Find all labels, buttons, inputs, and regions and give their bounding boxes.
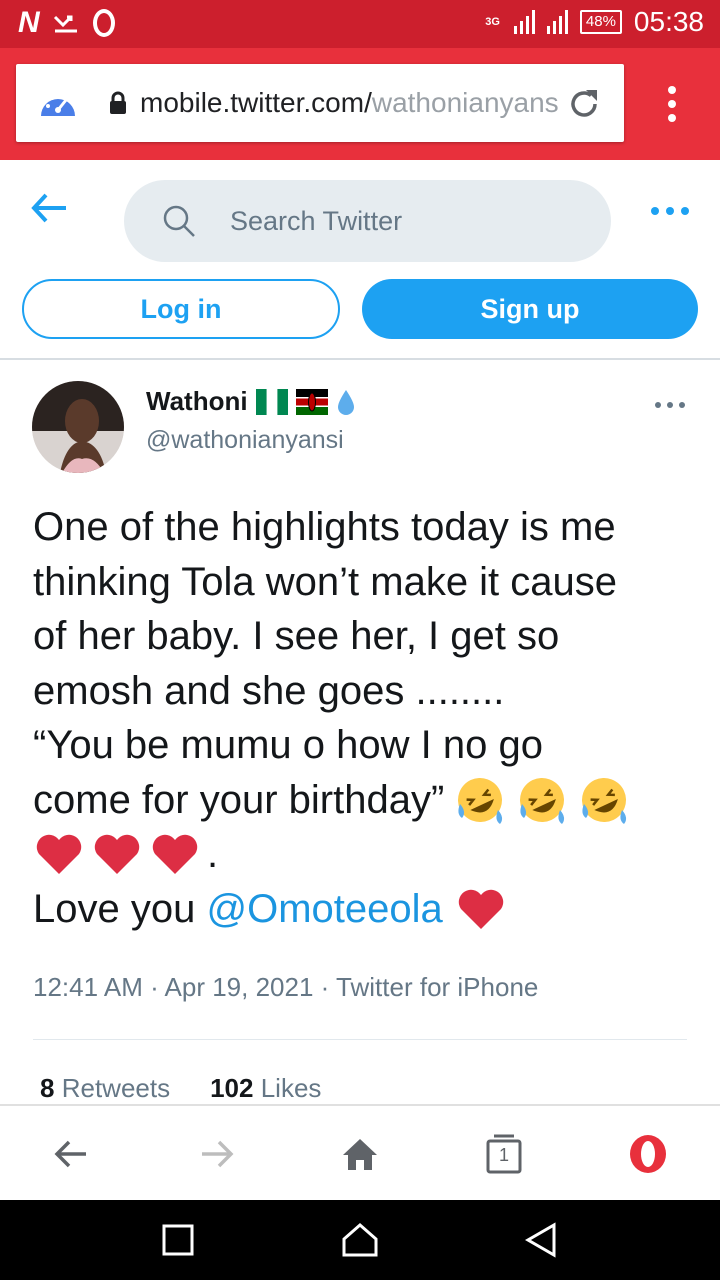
url-text[interactable]: mobile.twitter.com/wathonianyansi/status	[140, 86, 560, 120]
tweet-more-icon[interactable]	[654, 400, 686, 410]
n-notification-icon: N	[18, 6, 40, 39]
browser-toolbar: mobile.twitter.com/wathonianyansi/status	[0, 48, 720, 160]
display-name[interactable]: Wathoni	[146, 386, 248, 417]
lock-icon	[110, 91, 126, 114]
tweet-line: thinking Tola won’t make it cause	[33, 559, 618, 604]
address-bar[interactable]: mobile.twitter.com/wathonianyansi/status	[16, 64, 624, 142]
forward-icon[interactable]	[196, 1134, 236, 1174]
love-prefix: Love you	[33, 886, 207, 931]
back-nav-icon[interactable]	[522, 1220, 562, 1260]
red-heart-emoji	[458, 889, 503, 929]
mention-link[interactable]: @Omoteeola	[206, 882, 442, 937]
retweets-stat[interactable]: 8 Retweets	[40, 1073, 170, 1104]
back-arrow-icon[interactable]	[30, 190, 70, 226]
battery-indicator: 48%	[579, 10, 622, 34]
tweet-line-hearts: .	[33, 827, 693, 882]
red-heart-emoji	[94, 835, 140, 875]
retweets-label: Retweets	[61, 1073, 171, 1103]
status-clock: 05:38	[633, 6, 704, 37]
more-options-icon[interactable]	[650, 206, 690, 216]
tweet-line: of her baby. I see her, I get so	[33, 614, 560, 658]
tab-count: 1	[498, 1145, 509, 1165]
reload-icon[interactable]	[564, 84, 604, 124]
status-right-icons: 3G 48% 05:38	[485, 6, 704, 38]
signal-1-icon	[513, 10, 535, 34]
recents-icon[interactable]	[158, 1220, 198, 1260]
opera-menu-icon[interactable]	[628, 1134, 668, 1174]
droplet-icon	[337, 389, 354, 415]
android-nav-bar	[0, 1200, 720, 1280]
kenya-flag-icon	[295, 388, 328, 415]
browser-bottom-nav: 1	[0, 1104, 720, 1200]
login-button[interactable]: Log in	[22, 279, 340, 339]
tweet-line: One of the highlights today is me	[33, 505, 616, 549]
tweet-period: .	[207, 832, 219, 876]
tweet-line-love: Love you @Omoteeola	[33, 882, 693, 937]
likes-label: Likes	[260, 1073, 322, 1103]
header-divider	[0, 358, 720, 360]
home-icon[interactable]	[340, 1134, 380, 1174]
likes-count: 102	[210, 1073, 254, 1103]
tweet-line: “You be mumu o how I no go	[33, 723, 543, 767]
tweet-stats: 8 Retweets 102 Likes	[40, 1073, 321, 1104]
search-box[interactable]	[124, 180, 611, 262]
opera-notification-icon	[92, 9, 115, 37]
status-bar: N 3G 48% 05:38	[0, 0, 720, 48]
missed-call-icon	[53, 15, 77, 33]
user-handle[interactable]: @wathonianyansi	[146, 426, 344, 455]
url-path: wathonianyansi/status	[371, 87, 560, 118]
rolling-laughing-emoji	[520, 777, 565, 824]
tabs-icon[interactable]: 1	[484, 1134, 524, 1174]
overflow-menu-icon[interactable]	[660, 84, 684, 124]
nigeria-flag-icon	[255, 388, 288, 415]
tweet-timestamp[interactable]: 12:41 AM · Apr 19, 2021 · Twitter for iP…	[33, 972, 538, 1003]
avatar-image	[32, 381, 124, 473]
avatar[interactable]	[32, 381, 124, 473]
tweet-text: One of the highlights today is me thinki…	[33, 500, 693, 936]
status-left-icons: N	[18, 6, 115, 40]
retweets-count: 8	[40, 1073, 55, 1103]
red-heart-emoji	[152, 835, 198, 875]
signup-button[interactable]: Sign up	[362, 279, 698, 339]
rolling-laughing-emoji	[582, 777, 627, 824]
network-type: 3G	[485, 16, 500, 28]
tweet-line: come for your birthday”	[33, 777, 445, 822]
home-nav-icon[interactable]	[340, 1220, 380, 1260]
back-icon[interactable]	[52, 1134, 92, 1174]
search-input[interactable]	[230, 200, 570, 242]
signal-2-icon	[546, 10, 568, 34]
display-name-row: Wathoni	[146, 386, 356, 417]
tweet-line-with-emojis: come for your birthday”	[33, 773, 693, 828]
url-domain: mobile.twitter.com/	[140, 87, 372, 118]
speed-dial-icon[interactable]	[38, 86, 78, 122]
tweet-divider	[33, 1039, 687, 1040]
rolling-laughing-emoji	[458, 777, 503, 824]
tweet-line: emosh and she goes ........	[33, 668, 505, 713]
red-heart-emoji	[36, 835, 82, 875]
likes-stat[interactable]: 102 Likes	[210, 1073, 321, 1104]
search-icon	[163, 205, 195, 237]
